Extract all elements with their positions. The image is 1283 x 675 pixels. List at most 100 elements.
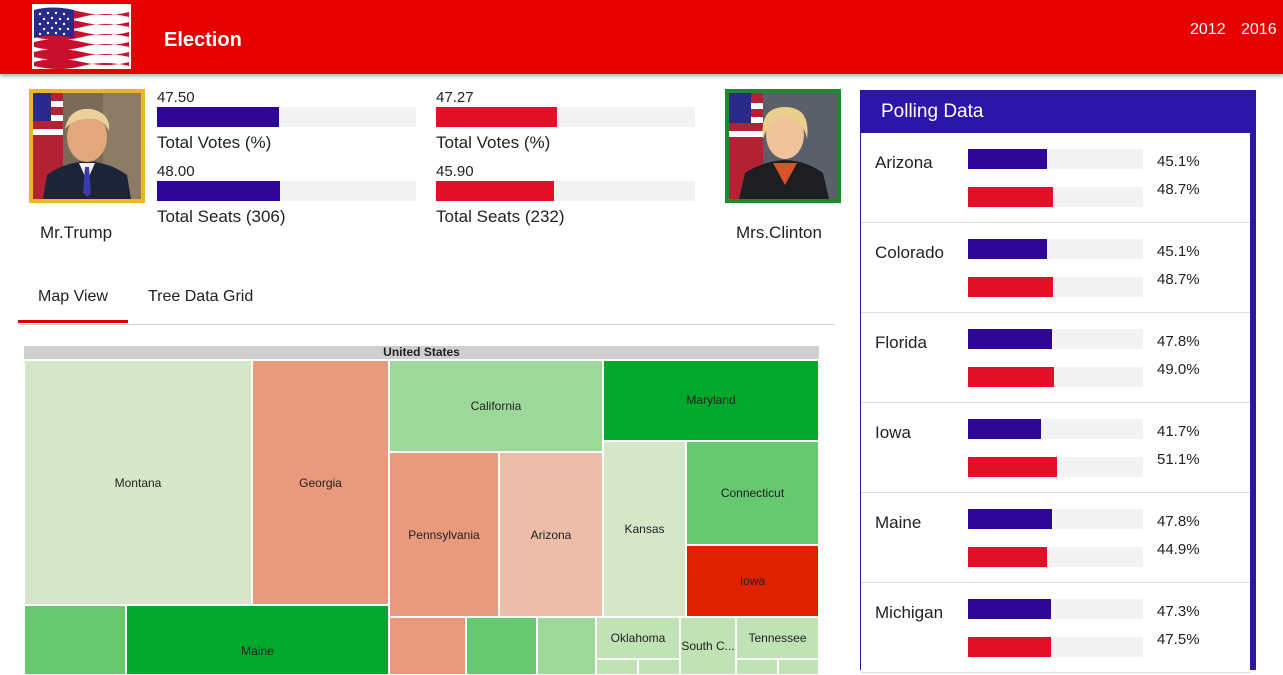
polling-dem-percent: 49.0% xyxy=(1157,361,1200,378)
polling-dem-bar xyxy=(968,547,1143,567)
polling-rep-bar xyxy=(968,509,1143,529)
polling-rep-bar xyxy=(968,329,1143,349)
polling-rep-bar-fill xyxy=(968,419,1041,439)
polling-title: Polling Data xyxy=(881,101,984,122)
polling-rep-percent: 47.8% xyxy=(1157,333,1200,350)
polling-state-name: Maine xyxy=(875,513,922,532)
clinton-votes-bar xyxy=(436,107,695,127)
polling-dem-percent: 51.1% xyxy=(1157,451,1200,468)
year-link-2012[interactable]: 2012 xyxy=(1190,21,1226,39)
trump-seats-label: Total Seats (306) xyxy=(157,207,286,226)
polling-rep-bar xyxy=(968,149,1143,169)
treemap-tile-kansas[interactable]: Kansas xyxy=(603,441,686,617)
clinton-votes-value: 47.27 xyxy=(436,89,474,106)
treemap-tile-unlabeled-2[interactable] xyxy=(389,617,466,675)
treemap-tile-unlabeled-1[interactable] xyxy=(24,605,126,675)
polling-dem-bar-fill xyxy=(968,367,1054,387)
treemap-tile-unlabeled-8[interactable] xyxy=(778,659,819,675)
polling-row-iowa: Iowa 41.7% 51.1% xyxy=(861,403,1250,493)
trump-seats-value: 48.00 xyxy=(157,163,195,180)
polling-dem-percent: 47.5% xyxy=(1157,631,1200,648)
treemap-tile-iowa[interactable]: Iowa xyxy=(686,545,819,617)
us-flag-logo xyxy=(32,4,131,69)
polling-state-name: Iowa xyxy=(875,423,911,442)
polling-dem-bar-fill xyxy=(968,457,1057,477)
polling-row-colorado: Colorado 45.1% 48.7% xyxy=(861,223,1250,313)
clinton-seats-bar-fill xyxy=(436,181,554,201)
tab-tree-data-grid[interactable]: Tree Data Grid xyxy=(148,288,253,306)
treemap-tile-tennessee[interactable]: Tennessee xyxy=(736,617,819,659)
treemap-tile-oklahoma[interactable]: Oklahoma xyxy=(596,617,680,659)
polling-rep-percent: 45.1% xyxy=(1157,243,1200,260)
treemap-tile-maryland[interactable]: Maryland xyxy=(603,360,819,441)
polling-dem-bar xyxy=(968,187,1143,207)
polling-row-michigan: Michigan 47.3% 47.5% xyxy=(861,583,1250,673)
polling-dem-bar-fill xyxy=(968,547,1047,567)
polling-rep-bar-fill xyxy=(968,239,1047,259)
polling-dem-bar-fill xyxy=(968,187,1053,207)
polling-rep-bar-fill xyxy=(968,329,1052,349)
polling-dem-bar xyxy=(968,367,1143,387)
clinton-seats-bar xyxy=(436,181,695,201)
clinton-name: Mrs.Clinton xyxy=(736,223,822,242)
treemap-tile-georgia[interactable]: Georgia xyxy=(252,360,389,605)
treemap-tile-connecticut[interactable]: Connecticut xyxy=(686,441,819,545)
trump-seats-bar xyxy=(157,181,416,201)
trump-votes-bar xyxy=(157,107,416,127)
polling-dem-bar xyxy=(968,637,1143,657)
treemap-tile-south-carolina[interactable]: South C... xyxy=(680,617,736,675)
treemap-tile-arizona[interactable]: Arizona xyxy=(499,452,603,617)
polling-list[interactable]: Arizona 45.1% 48.7% Colorado 45.1% 48.7%… xyxy=(861,133,1250,673)
polling-dem-bar-fill xyxy=(968,277,1053,297)
polling-state-name: Florida xyxy=(875,333,927,352)
polling-rep-percent: 41.7% xyxy=(1157,423,1200,440)
polling-dem-bar-fill xyxy=(968,637,1051,657)
treemap-tile-unlabeled-3[interactable] xyxy=(466,617,537,675)
polling-rep-percent: 47.3% xyxy=(1157,603,1200,620)
tab-divider xyxy=(18,324,834,325)
polling-state-name: Colorado xyxy=(875,243,944,262)
polling-row-florida: Florida 47.8% 49.0% xyxy=(861,313,1250,403)
clinton-seats-label: Total Seats (232) xyxy=(436,207,565,226)
trump-name: Mr.Trump xyxy=(40,223,113,242)
treemap-tile-california[interactable]: California xyxy=(389,360,603,452)
polling-rep-bar xyxy=(968,599,1143,619)
polling-rep-bar-fill xyxy=(968,599,1051,619)
polling-rep-percent: 47.8% xyxy=(1157,513,1200,530)
polling-state-name: Michigan xyxy=(875,603,944,622)
treemap-tile-montana[interactable]: Montana xyxy=(24,360,252,605)
polling-dem-percent: 44.9% xyxy=(1157,541,1200,558)
trump-votes-label: Total Votes (%) xyxy=(157,133,272,152)
treemap-root-label: United States xyxy=(24,346,819,359)
treemap-tile-unlabeled-7[interactable] xyxy=(736,659,778,675)
polling-row-arizona: Arizona 45.1% 48.7% xyxy=(861,133,1250,223)
polling-dem-percent: 48.7% xyxy=(1157,181,1200,198)
tab-map-view[interactable]: Map View xyxy=(38,288,108,306)
polling-row-maine: Maine 47.8% 44.9% xyxy=(861,493,1250,583)
clinton-votes-bar-fill xyxy=(436,107,557,127)
trump-photo xyxy=(29,89,145,203)
polling-panel: Polling Data Arizona 45.1% 48.7% Colorad… xyxy=(860,90,1256,673)
polling-rep-bar-fill xyxy=(968,149,1047,169)
trump-votes-bar-fill xyxy=(157,107,279,127)
treemap-tile-unlabeled-5[interactable] xyxy=(596,659,638,675)
trump-seats-bar-fill xyxy=(157,181,280,201)
polling-rep-bar xyxy=(968,419,1143,439)
active-tab-indicator xyxy=(18,320,128,323)
clinton-seats-value: 45.90 xyxy=(436,163,474,180)
polling-rep-bar-fill xyxy=(968,509,1052,529)
clinton-votes-label: Total Votes (%) xyxy=(436,133,551,152)
year-link-2016[interactable]: 2016 xyxy=(1241,21,1277,39)
polling-dem-bar xyxy=(968,457,1143,477)
polling-state-name: Arizona xyxy=(875,153,933,172)
treemap-tile-unlabeled-4[interactable] xyxy=(537,617,596,675)
trump-votes-value: 47.50 xyxy=(157,89,195,106)
clinton-photo xyxy=(725,89,841,203)
polling-dem-percent: 48.7% xyxy=(1157,271,1200,288)
polling-rep-percent: 45.1% xyxy=(1157,153,1200,170)
polling-rep-bar xyxy=(968,239,1143,259)
treemap-tile-maine[interactable]: Maine xyxy=(126,605,389,675)
treemap-tile-pennsylvania[interactable]: Pennsylvania xyxy=(389,452,499,617)
treemap-tile-unlabeled-6[interactable] xyxy=(638,659,680,675)
polling-dem-bar xyxy=(968,277,1143,297)
